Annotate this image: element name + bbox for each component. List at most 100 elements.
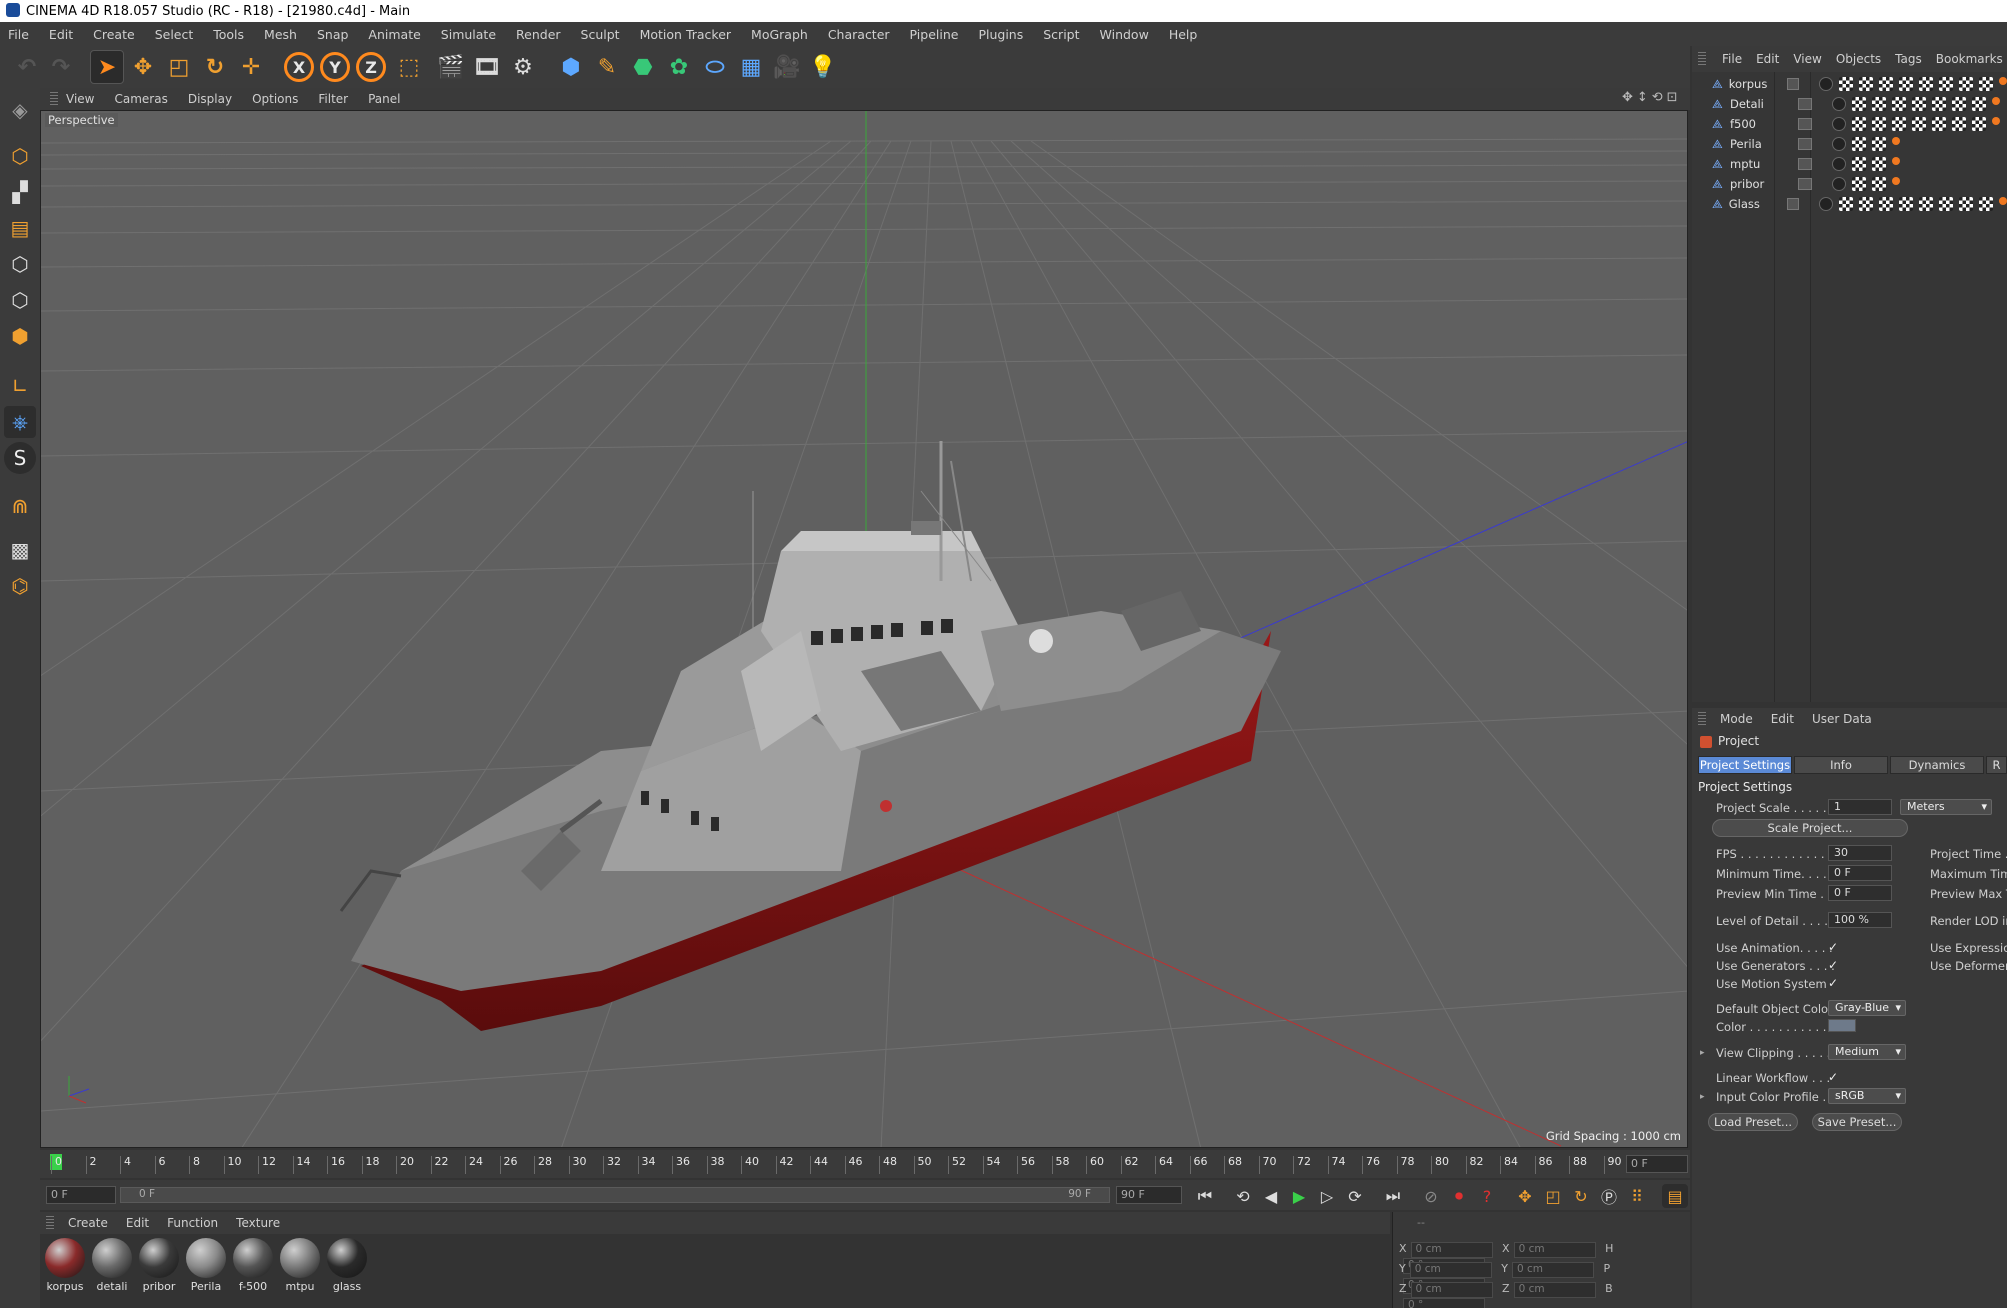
timeline-layout-icon[interactable]: ▤ [1662, 1184, 1688, 1208]
texture-tag-icon[interactable] [1972, 96, 1986, 111]
menu-mesh[interactable]: Mesh [264, 27, 297, 42]
menu-sculpt[interactable]: Sculpt [581, 27, 620, 42]
pen-icon[interactable]: ✎ [590, 50, 624, 84]
deformer-icon[interactable]: ⬭ [698, 50, 732, 84]
z-axis-icon[interactable]: Z [356, 52, 386, 82]
select-arrow-icon[interactable]: ➤ [90, 50, 124, 84]
menu-edit[interactable]: Edit [49, 27, 73, 42]
texture-tag-icon[interactable] [1932, 116, 1946, 131]
size-y-field[interactable]: 0 cm [1511, 1262, 1594, 1278]
phong-tag-icon[interactable] [1832, 156, 1846, 171]
position-x-field[interactable]: 0 cm [1410, 1242, 1493, 1258]
menu-tools[interactable]: Tools [213, 27, 244, 42]
previous-frame-icon[interactable]: ◀ [1258, 1184, 1284, 1208]
texture-tag-icon[interactable] [1939, 196, 1953, 211]
menu-render[interactable]: Render [516, 27, 561, 42]
tab-dynamics[interactable]: Dynamics [1890, 756, 1984, 774]
object-name[interactable]: mptu [1730, 157, 1790, 171]
load-preset-button[interactable]: Load Preset... [1708, 1113, 1798, 1131]
texture-tag-icon[interactable] [1852, 116, 1866, 131]
viewport-nav-icons[interactable]: ✥↕⟲⊡ [1622, 90, 1682, 105]
key-position-icon[interactable]: ✥ [1512, 1184, 1538, 1208]
end-frame-field[interactable]: 90 F [1116, 1186, 1182, 1204]
render-picture-viewer-icon[interactable]: 🎞 [470, 50, 504, 84]
menu-help[interactable]: Help [1169, 27, 1198, 42]
live-select-icon[interactable]: ✛ [234, 50, 268, 84]
phong-tag-icon[interactable] [1819, 76, 1833, 91]
menu-simulate[interactable]: Simulate [441, 27, 496, 42]
cube-icon[interactable]: ⬢ [554, 50, 588, 84]
texture-tag-icon[interactable] [1872, 136, 1886, 151]
go-to-end-icon[interactable]: ⏭ [1380, 1184, 1406, 1208]
tab-info[interactable]: Info [1794, 756, 1888, 774]
linear-workflow-checkbox[interactable]: ✓ [1828, 1071, 1840, 1083]
phong-tag-icon[interactable] [1819, 196, 1833, 211]
x-axis-icon[interactable]: X [284, 52, 314, 82]
texture-tag-icon[interactable] [1859, 196, 1873, 211]
object-row[interactable]: ⟁ Detali [1698, 94, 2007, 113]
menu-script[interactable]: Script [1043, 27, 1079, 42]
am-menu-user-data[interactable]: User Data [1812, 712, 1872, 726]
axis-mode-icon[interactable]: ∟ [4, 370, 36, 402]
texture-tag-icon[interactable] [1919, 196, 1933, 211]
menu-file[interactable]: File [8, 27, 29, 42]
am-menu-edit[interactable]: Edit [1771, 712, 1794, 726]
material-menu-create[interactable]: Create [68, 1216, 108, 1230]
go-to-next-key-icon[interactable]: ⟳ [1342, 1184, 1368, 1208]
selection-tag-icon[interactable] [1992, 116, 2000, 125]
view-clipping-dropdown[interactable]: Medium ▾ [1828, 1044, 1906, 1060]
light-icon[interactable]: 💡 [806, 50, 840, 84]
object-name[interactable]: Glass [1729, 197, 1779, 211]
menu-motion-tracker[interactable]: Motion Tracker [640, 27, 731, 42]
texture-tag-icon[interactable] [1892, 96, 1906, 111]
timeline-ruler[interactable]: 0 2 4 6 8 10 12 14 16 18 20 22 24 26 28 30 32 34 36 38 40 42 4… [40, 1150, 1690, 1178]
key-parameter-icon[interactable]: Ⓟ [1596, 1184, 1622, 1208]
visibility-toggle-icon[interactable] [1798, 157, 1812, 170]
texture-tag-icon[interactable] [1952, 116, 1966, 131]
polygons-mode-icon[interactable]: ⬢ [4, 320, 36, 352]
selection-tag-icon[interactable] [1892, 136, 1900, 145]
visibility-toggle-icon[interactable] [1786, 197, 1799, 210]
material-menu-function[interactable]: Function [167, 1216, 218, 1230]
texture-tag-icon[interactable] [1879, 196, 1893, 211]
preview-range-slider[interactable]: 0 F 90 F [120, 1187, 1110, 1203]
position-y-field[interactable]: 0 cm [1409, 1262, 1492, 1278]
selection-tag-icon[interactable] [1892, 156, 1900, 165]
tweak-mode-icon[interactable]: ⎈ [4, 406, 36, 438]
next-frame-icon[interactable]: ▷ [1314, 1184, 1340, 1208]
snap-icon[interactable]: S [4, 442, 36, 474]
phong-tag-icon[interactable] [1832, 116, 1846, 131]
object-row[interactable]: ⟁ Glass [1698, 194, 2007, 213]
material-menu-edit[interactable]: Edit [126, 1216, 149, 1230]
object-manager-grip[interactable] [1698, 52, 1706, 66]
render-settings-icon[interactable]: ⚙ [506, 50, 540, 84]
panel-grip[interactable] [50, 92, 58, 106]
menu-plugins[interactable]: Plugins [978, 27, 1023, 42]
position-z-field[interactable]: 0 cm [1410, 1282, 1493, 1298]
viewport-menu-cameras[interactable]: Cameras [114, 92, 167, 106]
material-swatch[interactable]: detali [91, 1238, 133, 1293]
project-scale-unit-dropdown[interactable]: Meters ▾ [1900, 799, 1992, 815]
selection-tag-icon[interactable] [1999, 76, 2007, 85]
texture-tag-icon[interactable] [1899, 76, 1913, 91]
menu-pipeline[interactable]: Pipeline [910, 27, 959, 42]
y-axis-icon[interactable]: Y [320, 52, 350, 82]
texture-tag-icon[interactable] [1939, 76, 1953, 91]
visibility-toggle-icon[interactable] [1786, 77, 1799, 90]
keyframe-selection-icon[interactable]: ? [1474, 1184, 1500, 1208]
go-to-start-icon[interactable]: ⏮ [1192, 1184, 1218, 1208]
menu-create[interactable]: Create [93, 27, 135, 42]
points-mode-icon[interactable]: ⬡ [4, 248, 36, 280]
viewport-menu-options[interactable]: Options [252, 92, 298, 106]
texture-tag-icon[interactable] [1919, 76, 1933, 91]
texture-tag-icon[interactable] [1879, 76, 1893, 91]
size-x-field[interactable]: 0 cm [1513, 1242, 1596, 1258]
subdivision-icon[interactable]: ⬣ [626, 50, 660, 84]
texture-mode-icon[interactable]: ▞ [4, 176, 36, 208]
visibility-toggle-icon[interactable] [1798, 137, 1812, 150]
minimum-time-field[interactable]: 0 F [1828, 865, 1892, 881]
texture-tag-icon[interactable] [1959, 76, 1973, 91]
texture-tag-icon[interactable] [1839, 196, 1853, 211]
mograph-cloner-icon[interactable]: ✿ [662, 50, 696, 84]
expand-arrow-icon[interactable]: ▸ [1700, 1048, 1705, 1058]
